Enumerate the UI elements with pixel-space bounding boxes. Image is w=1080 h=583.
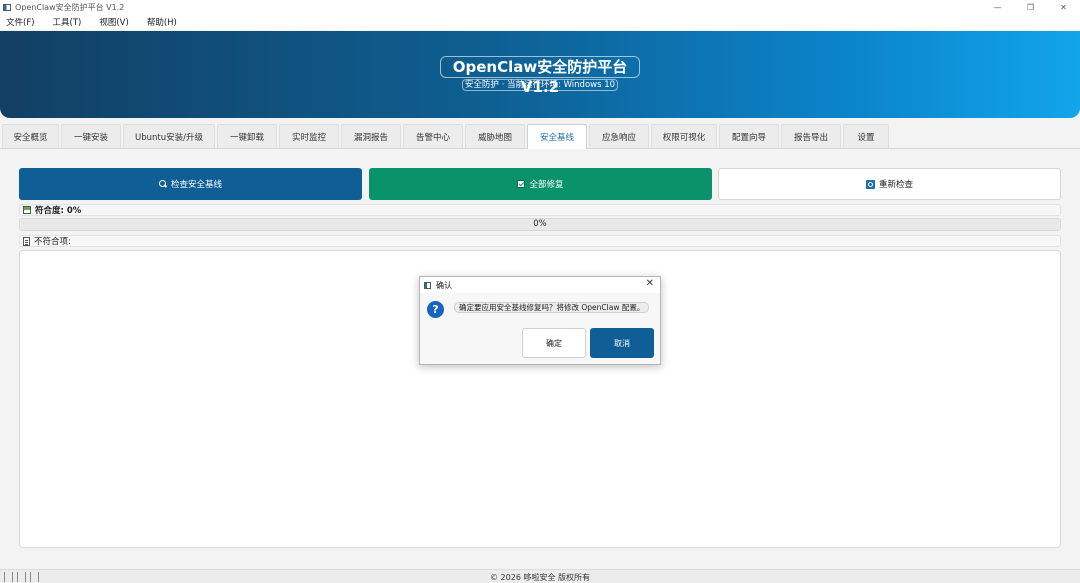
copyright-text: © 2026 哆啦安全 版权所有 [490,573,590,582]
noncompliant-label-row: 不符合项: [19,235,1061,247]
compliance-label: 符合度: 0% [35,206,82,216]
tab-12[interactable]: 报告导出 [781,124,841,148]
dialog-message: 确定要应用安全基线修复吗？将修改 OpenClaw 配置。 [454,302,650,313]
tab-0[interactable]: 安全概览 [2,124,59,148]
tab-6[interactable]: 告警中心 [403,124,463,148]
check-baseline-label: 检查安全基线 [170,180,222,190]
menu-bar: 文件(F) 工具(T) 视图(V) 帮助(H) [0,14,1080,30]
refresh-icon [865,179,875,189]
fix-all-label: 全部修复 [529,180,564,190]
banner-title: OpenClaw安全防护平台 V1.2 [440,56,640,96]
menu-tools[interactable]: 工具(T) [50,16,85,28]
header-banner: OpenClaw安全防护平台 V1.2 安全防护 · 当前运行环境: Windo… [0,31,1080,118]
window-title: OpenClaw安全防护平台 V1.2 [15,2,125,12]
dialog-title: 确认 [436,280,452,290]
window-controls: — ❐ ✕ [981,0,1080,14]
dialog-cancel-button[interactable]: 取消 [590,328,654,358]
tab-bar: 安全概览 一键安装 Ubuntu安装/升级 一键卸载 实时监控 漏洞报告 告警中心 威胁地图安… [0,124,1080,149]
tab-3[interactable]: 一键卸载 [217,124,277,148]
maximize-button[interactable]: ❐ [1014,0,1047,14]
question-icon: ? [427,301,444,318]
tab-9[interactable]: 应急响应 [589,124,649,148]
fix-all-button[interactable]: 全部修复 [369,168,712,200]
progress-text: 0% [533,219,547,229]
noncompliant-label: 不符合项: [34,237,71,247]
menu-file[interactable]: 文件(F) [3,16,38,28]
dialog-ok-button[interactable]: 确定 [522,328,586,358]
tab-10[interactable]: 权限可视化 [651,124,717,148]
confirm-dialog: 确认 ✕ ? 确定要应用安全基线修复吗？将修改 OpenClaw 配置。 确定 … [419,276,661,365]
recheck-label: 重新检查 [878,180,913,190]
dialog-titlebar: 确认 ✕ [420,277,660,293]
tab-5[interactable]: 漏洞报告 [341,124,401,148]
tab-1[interactable]: 一键安装 [61,124,121,148]
minimize-button[interactable]: — [981,0,1014,14]
clipboard-icon [23,236,30,246]
menu-view[interactable]: 视图(V) [96,16,131,28]
check-baseline-button[interactable]: 检查安全基线 [19,168,362,200]
tab-2[interactable]: Ubuntu安装/升级 [123,124,215,148]
compliance-label-row: 符合度: 0% [19,204,1061,216]
app-icon [3,3,11,11]
recheck-button[interactable]: 重新检查 [718,168,1061,200]
menu-help[interactable]: 帮助(H) [144,16,180,28]
status-bar: © 2026 哆啦安全 版权所有 [0,569,1080,583]
tab-13[interactable]: 设置 [843,124,889,148]
tab-8[interactable]: 安全基线 [527,124,587,149]
window-titlebar: OpenClaw安全防护平台 V1.2 — ❐ ✕ [0,0,1080,14]
close-window-button[interactable]: ✕ [1047,0,1080,14]
tab-4[interactable]: 实时监控 [279,124,339,148]
chart-icon [23,206,31,214]
dialog-close-button[interactable]: ✕ [646,278,654,289]
search-icon [158,180,167,188]
tab-7[interactable]: 威胁地图 [465,124,525,148]
app-icon [424,281,431,289]
compliance-progress-bar: 0% [19,218,1061,231]
banner-subtitle: 安全防护 · 当前运行环境: Windows 10 [462,79,618,91]
tab-11[interactable]: 配置向导 [719,124,779,148]
checkbox-icon [517,180,526,188]
